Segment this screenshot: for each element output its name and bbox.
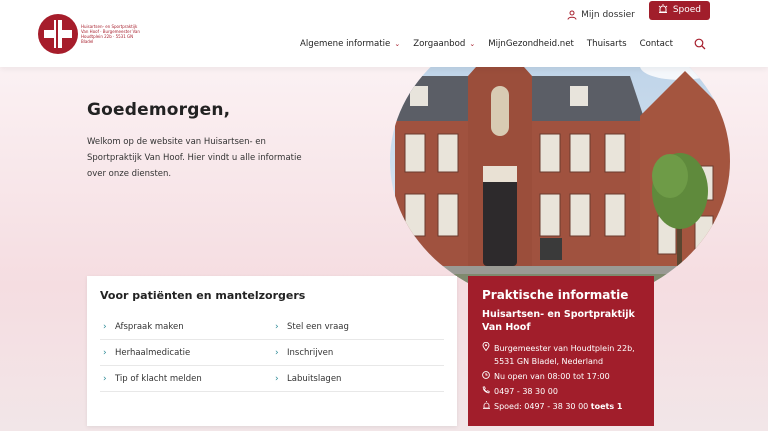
nav-item-zorgaanbod[interactable]: Zorgaanbod ⌄ xyxy=(413,39,475,49)
link-labuitslagen[interactable]: › Labuitslagen xyxy=(272,366,444,392)
spoed-button[interactable]: Spoed xyxy=(648,0,710,20)
practical-info-title: Praktische informatie xyxy=(482,288,629,302)
logo-text: Huisartsen- en Sportpraktijk Van Hoof · … xyxy=(81,24,140,44)
phone-row: 0497 - 38 30 00 xyxy=(482,385,640,398)
intro-text: Welkom op de website van Huisartsen- en … xyxy=(87,137,302,179)
chevron-right-icon: › xyxy=(103,321,107,332)
link-inschrijven[interactable]: › Inschrijven xyxy=(272,340,444,366)
nav-label: Thuisarts xyxy=(586,39,627,49)
my-dossier-link[interactable]: Mijn dossier xyxy=(567,10,635,20)
link-label: Herhaalmedicatie xyxy=(115,347,191,358)
chevron-right-icon: › xyxy=(275,373,279,384)
address-text[interactable]: Burgemeester van Houdtplein 22b, 5531 GN… xyxy=(494,342,640,368)
site-logo[interactable]: Huisartsen- en Sportpraktijk Van Hoof · … xyxy=(38,12,148,56)
search-icon[interactable] xyxy=(694,38,706,50)
spoed-label: Spoed xyxy=(672,5,701,15)
nav-label: Zorgaanbod xyxy=(413,39,466,49)
link-label: Tip of klacht melden xyxy=(115,373,202,384)
emergency-extension: toets 1 xyxy=(590,402,623,411)
user-icon xyxy=(567,10,577,20)
link-label: Afspraak maken xyxy=(115,321,184,332)
siren-icon xyxy=(482,400,494,413)
site-header: Huisartsen- en Sportpraktijk Van Hoof · … xyxy=(0,0,768,67)
map-pin-icon xyxy=(482,341,494,355)
phone-text[interactable]: 0497 - 38 30 00 xyxy=(494,385,558,398)
nav-item-thuisarts[interactable]: Thuisarts xyxy=(587,39,627,49)
hours-row: Nu open van 08:00 tot 17:00 xyxy=(482,370,640,383)
chevron-down-icon: ⌄ xyxy=(394,40,401,48)
chevron-right-icon: › xyxy=(103,373,107,384)
chevron-down-icon: ⌄ xyxy=(469,40,476,48)
my-dossier-label: Mijn dossier xyxy=(581,9,635,20)
patients-links: › Afspraak maken › Stel een vraag › Herh… xyxy=(100,314,445,392)
nav-item-mijngezondheid[interactable]: MijnGezondheid.net xyxy=(488,39,574,49)
nav-item-algemene-informatie[interactable]: Algemene informatie ⌄ xyxy=(300,39,400,49)
patients-card: Voor patiënten en mantelzorgers › Afspra… xyxy=(87,276,457,426)
link-afspraak-maken[interactable]: › Afspraak maken xyxy=(100,314,272,340)
chevron-right-icon: › xyxy=(275,321,279,332)
link-stel-een-vraag[interactable]: › Stel een vraag xyxy=(272,314,444,340)
logo-cross-icon xyxy=(38,14,78,54)
nav-item-contact[interactable]: Contact xyxy=(640,39,673,49)
nav-label: Contact xyxy=(639,39,673,49)
address-row: Burgemeester van Houdtplein 22b, 5531 GN… xyxy=(482,341,640,368)
link-label: Inschrijven xyxy=(287,347,334,358)
siren-icon xyxy=(658,4,668,16)
nav-label: Algemene informatie xyxy=(300,39,391,49)
chevron-right-icon: › xyxy=(275,347,279,358)
main-nav: Algemene informatie ⌄ Zorgaanbod ⌄ MijnG… xyxy=(300,38,706,50)
clock-icon xyxy=(482,370,494,383)
emergency-number: Spoed: 0497 - 38 30 00 xyxy=(494,402,591,411)
top-links: Mijn dossier Spoed xyxy=(567,0,710,20)
hours-text: Nu open van 08:00 tot 17:00 xyxy=(494,372,610,381)
emergency-text[interactable]: Spoed: 0497 - 38 30 00 toets 1 xyxy=(494,400,622,413)
emergency-row: Spoed: 0497 - 38 30 00 toets 1 xyxy=(482,400,640,413)
link-herhaalmedicatie[interactable]: › Herhaalmedicatie xyxy=(100,340,272,366)
greeting-heading: Goedemorgen, xyxy=(87,100,231,120)
practical-info-card: Praktische informatie Huisartsen- en Spo… xyxy=(468,276,654,426)
nav-label: MijnGezondheid.net xyxy=(488,39,574,49)
phone-icon xyxy=(482,385,494,398)
practice-name: Huisartsen- en Sportpraktijk Van Hoof xyxy=(482,309,635,333)
link-label: Labuitslagen xyxy=(287,373,342,384)
link-tip-of-klacht[interactable]: › Tip of klacht melden xyxy=(100,366,272,392)
patients-card-title: Voor patiënten en mantelzorgers xyxy=(100,289,306,302)
link-label: Stel een vraag xyxy=(287,321,349,332)
chevron-right-icon: › xyxy=(103,347,107,358)
